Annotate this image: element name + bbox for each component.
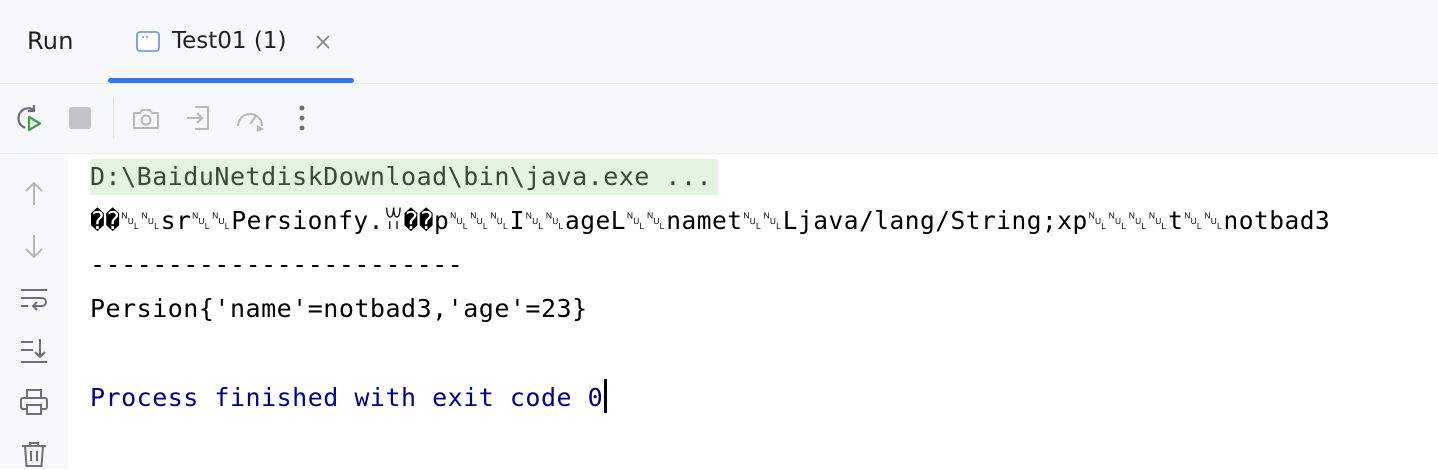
camera-icon[interactable]	[130, 102, 162, 134]
tab-test01[interactable]: Test01 (1)	[108, 0, 354, 83]
console-output-line: ��␀␀sr␀␀Persionfy.ꀕ��p␀␀␀I␀␀ageL␀␀namet␀…	[90, 206, 1331, 235]
console-output[interactable]: D:\BaiduNetdiskDownload\bin\java.exe ...…	[68, 154, 1438, 469]
run-toolbar	[0, 84, 1438, 154]
console-side-toolbar	[0, 154, 68, 469]
console-output-line: Persion{'name'=notbad3,'age'=23}	[90, 294, 588, 323]
arrow-up-icon[interactable]	[18, 178, 50, 210]
tool-window-title: Run	[27, 27, 74, 55]
close-icon[interactable]	[313, 32, 333, 52]
printer-icon[interactable]	[18, 386, 50, 418]
text-caret	[604, 379, 608, 413]
console-tab-icon	[136, 31, 160, 52]
tool-window-header: Run Test01 (1)	[0, 0, 1438, 84]
more-vertical-icon[interactable]	[286, 102, 318, 134]
exit-message-text: Process finished with exit code 0	[90, 383, 604, 412]
soft-wrap-icon[interactable]	[18, 282, 50, 314]
speedometer-icon[interactable]	[234, 102, 266, 134]
arrow-down-icon[interactable]	[18, 230, 50, 262]
console-separator-line: ------------------------	[90, 250, 464, 279]
rerun-icon[interactable]	[12, 102, 44, 134]
active-tab-indicator	[108, 78, 354, 83]
tab-label: Test01 (1)	[172, 28, 287, 54]
exit-message: Process finished with exit code 0	[90, 379, 608, 416]
trash-icon[interactable]	[18, 438, 50, 470]
stop-icon[interactable]	[64, 102, 96, 134]
export-icon[interactable]	[183, 102, 215, 134]
toolbar-separator	[113, 98, 114, 138]
command-line[interactable]: D:\BaiduNetdiskDownload\bin\java.exe ...	[90, 159, 719, 195]
scroll-to-end-icon[interactable]	[18, 334, 50, 366]
